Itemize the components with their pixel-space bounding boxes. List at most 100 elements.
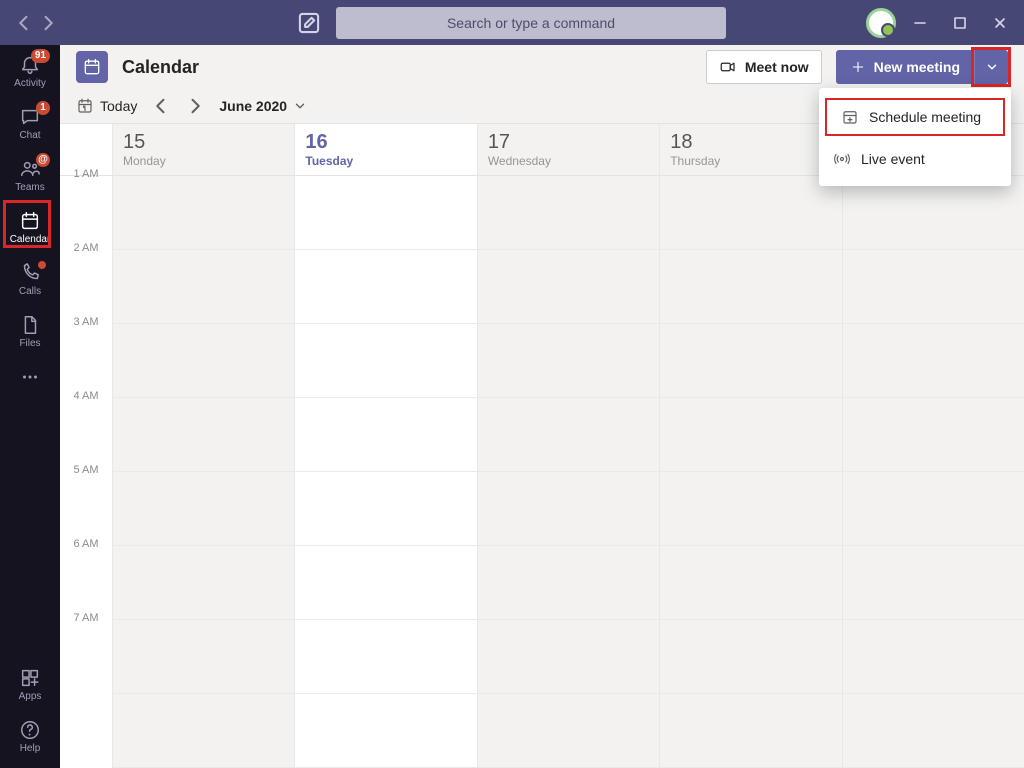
time-slot[interactable] (113, 398, 294, 472)
search-input[interactable] (336, 15, 726, 31)
rail-more[interactable] (0, 357, 60, 397)
day-columns: 15Monday16Tuesday17Wednesday18Thursday19… (112, 124, 1024, 768)
time-slot[interactable] (478, 324, 659, 398)
titlebar (0, 0, 1024, 45)
time-slot[interactable] (843, 694, 1024, 768)
time-slot[interactable] (660, 472, 841, 546)
day-body[interactable] (295, 176, 476, 768)
day-number: 15 (123, 131, 284, 154)
time-slot[interactable] (113, 250, 294, 324)
rail-activity[interactable]: Activity 91 (0, 45, 60, 97)
new-meeting-label: New meeting (874, 59, 960, 75)
next-week[interactable] (185, 96, 205, 116)
time-slot[interactable] (660, 620, 841, 694)
time-slot[interactable] (295, 250, 476, 324)
time-slot[interactable] (295, 176, 476, 250)
today-button[interactable]: Today (76, 97, 137, 115)
time-slot[interactable] (660, 398, 841, 472)
rail-chat-badge: 1 (36, 101, 50, 115)
time-slot[interactable] (843, 176, 1024, 250)
time-slot[interactable] (843, 398, 1024, 472)
day-number: 16 (305, 131, 466, 154)
meet-now-button[interactable]: Meet now (706, 50, 822, 84)
rail-chat[interactable]: Chat 1 (0, 97, 60, 149)
time-slot[interactable] (660, 694, 841, 768)
rail-help[interactable]: Help (0, 710, 60, 762)
dropdown-schedule-meeting[interactable]: Schedule meeting (825, 98, 1005, 136)
day-header[interactable]: 17Wednesday (478, 124, 659, 176)
time-slot[interactable] (660, 546, 841, 620)
day-header[interactable]: 15Monday (113, 124, 294, 176)
page-title: Calendar (122, 57, 199, 78)
time-slot[interactable] (660, 324, 841, 398)
time-slot[interactable] (843, 472, 1024, 546)
rail-help-label: Help (20, 743, 41, 754)
time-slot[interactable] (295, 546, 476, 620)
day-header[interactable]: 18Thursday (660, 124, 841, 176)
new-meeting-button[interactable]: New meeting (836, 50, 974, 84)
prev-week[interactable] (151, 96, 171, 116)
rail-teams[interactable]: Teams @ (0, 149, 60, 201)
time-slot[interactable] (478, 694, 659, 768)
time-slot[interactable] (113, 324, 294, 398)
time-slot[interactable] (113, 176, 294, 250)
time-slot[interactable] (660, 250, 841, 324)
dropdown-schedule-label: Schedule meeting (869, 109, 981, 125)
nav-forward[interactable] (38, 13, 58, 33)
day-body[interactable] (113, 176, 294, 768)
time-slot[interactable] (295, 694, 476, 768)
day-column[interactable]: 19Friday (842, 124, 1024, 768)
day-column[interactable]: 15Monday (112, 124, 294, 768)
rail-files-label: Files (19, 338, 40, 349)
search-input-wrap[interactable] (336, 7, 726, 39)
calendar-header: Calendar Meet now New meeting Schedule m… (60, 45, 1024, 89)
time-slot[interactable] (113, 694, 294, 768)
day-body[interactable] (478, 176, 659, 768)
compose-icon[interactable] (296, 10, 322, 36)
main-area: Calendar Meet now New meeting Schedule m… (60, 45, 1024, 768)
nav-back[interactable] (14, 13, 34, 33)
calendar-grid: 1 AM2 AM3 AM4 AM5 AM6 AM7 AM 15Monday16T… (60, 123, 1024, 768)
rail-files[interactable]: Files (0, 305, 60, 357)
month-picker[interactable]: June 2020 (219, 98, 307, 114)
avatar[interactable] (866, 8, 896, 38)
day-column[interactable]: 16Tuesday (294, 124, 476, 768)
time-slot[interactable] (478, 472, 659, 546)
hour-label: 3 AM (60, 324, 112, 398)
day-name: Tuesday (305, 154, 466, 168)
rail-calendar[interactable]: Calendar (0, 201, 60, 253)
time-slot[interactable] (113, 546, 294, 620)
day-column[interactable]: 18Thursday (659, 124, 841, 768)
time-slot[interactable] (660, 176, 841, 250)
time-slot[interactable] (113, 620, 294, 694)
time-slot[interactable] (478, 250, 659, 324)
time-slot[interactable] (478, 546, 659, 620)
dropdown-live-event[interactable]: Live event (819, 142, 1011, 176)
time-slot[interactable] (295, 324, 476, 398)
time-slot[interactable] (113, 472, 294, 546)
time-slot[interactable] (295, 472, 476, 546)
day-body[interactable] (660, 176, 841, 768)
time-slot[interactable] (478, 398, 659, 472)
time-slot[interactable] (843, 324, 1024, 398)
window-close[interactable] (984, 9, 1016, 37)
new-meeting-caret[interactable] (974, 50, 1008, 84)
time-slot[interactable] (843, 546, 1024, 620)
day-body[interactable] (843, 176, 1024, 768)
window-minimize[interactable] (904, 9, 936, 37)
hour-label: 7 AM (60, 620, 112, 694)
new-meeting-dropdown: Schedule meeting Live event (819, 88, 1011, 186)
time-slot[interactable] (478, 620, 659, 694)
time-slot[interactable] (843, 620, 1024, 694)
time-slot[interactable] (295, 620, 476, 694)
rail-apps[interactable]: Apps (0, 658, 60, 710)
time-slot[interactable] (843, 250, 1024, 324)
day-column[interactable]: 17Wednesday (477, 124, 659, 768)
day-name: Thursday (670, 154, 831, 168)
window-maximize[interactable] (944, 9, 976, 37)
day-header[interactable]: 16Tuesday (295, 124, 476, 176)
time-slot[interactable] (478, 176, 659, 250)
time-column: 1 AM2 AM3 AM4 AM5 AM6 AM7 AM (60, 124, 112, 768)
rail-calls[interactable]: Calls (0, 253, 60, 305)
time-slot[interactable] (295, 398, 476, 472)
